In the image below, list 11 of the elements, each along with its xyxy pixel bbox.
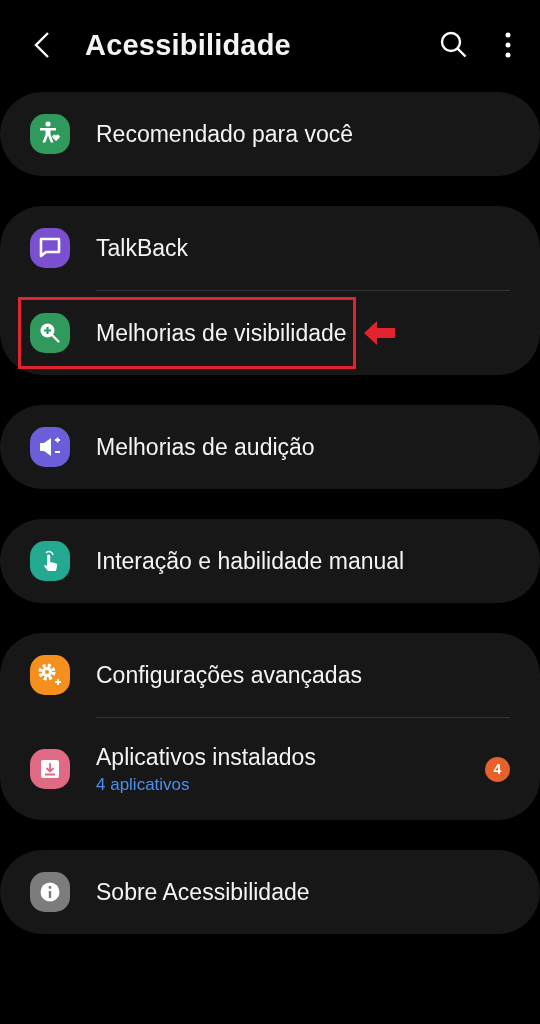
menu-item[interactable]: Sobre Acessibilidade <box>96 878 310 906</box>
count-badge: 4 <box>485 756 510 782</box>
menu-item[interactable]: TalkBack <box>96 234 189 262</box>
menu-item[interactable]: Melhorias de visibilidade <box>96 319 347 347</box>
page-title: Acessibilidade <box>85 28 292 62</box>
menu-item[interactable]: Interação e habilidade manual <box>96 547 405 575</box>
item-subtitle: 4 aplicativos <box>96 774 191 795</box>
menu-item[interactable]: Recomendado para você <box>96 120 353 148</box>
menu-item[interactable]: Melhorias de audição <box>96 433 315 461</box>
menu-item[interactable]: Configurações avançadas <box>96 661 362 689</box>
menu-item[interactable]: Aplicativos instalados <box>96 743 316 771</box>
